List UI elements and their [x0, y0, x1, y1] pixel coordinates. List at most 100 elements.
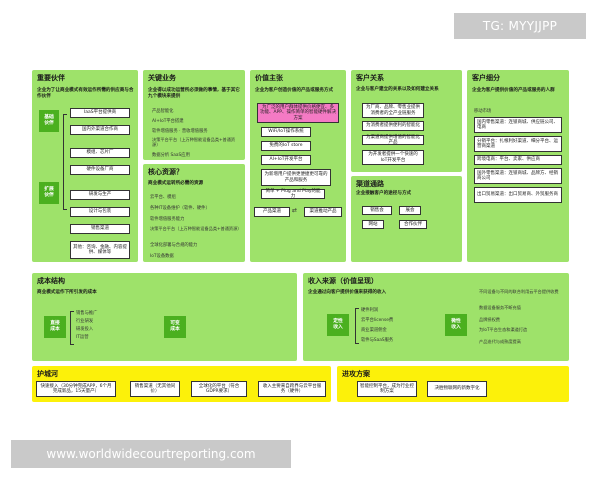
partners-tag-basic: 基础 伙伴 — [39, 110, 59, 132]
revenue-item: 商业渠道佣金 — [361, 328, 387, 333]
activity-item: 决策平台平台（上万种智能设备品类+普通资源） — [152, 137, 236, 148]
resources-title: 核心资源？ — [148, 168, 183, 176]
costs-subtitle: 商业模式运作下所引发的成本 — [37, 290, 97, 295]
relations-title: 客户关系 — [356, 74, 384, 82]
revenue-side-item: 产品迭代与成熟度提高 — [479, 339, 521, 344]
panel-customer-segments: 客户细分 企业为客户提供价值的产品或服务的人群 移动市场 国内零售渠道：连锁商城… — [467, 70, 569, 262]
panel-revenue-streams: 收入来源（价值呈现） 企业通过向客户提供价值来获得的收入 定性 收入 硬件利润 … — [303, 273, 569, 361]
relations-subtitle: 企业与客户建立的关系以及如何建立关系 — [356, 87, 439, 92]
resource-item: 软件增值服务能力 — [150, 217, 185, 222]
segment-item: 国内零售渠道：连锁商城、供应链公司、电商 — [474, 117, 562, 133]
partners-title: 重要伙伴 — [37, 74, 65, 82]
relation-item: 为渠道商提供增值的智能化产品 — [362, 135, 424, 145]
value-item: 简单 + Plug and Play的能力 — [261, 189, 325, 199]
channels-subtitle: 企业接触客户的途径与方式 — [356, 191, 412, 196]
revenue-item: 硬件利润 — [361, 308, 379, 313]
progress-title: 进攻方案 — [342, 370, 370, 378]
segment-item: 国外零售渠道：连锁商城、品牌方、经销商公司 — [474, 168, 562, 184]
activities-title: 关键业务 — [148, 74, 176, 82]
costs-tag-variable: 可变 成本 — [164, 316, 186, 338]
resource-item: IoT设备数据 — [150, 254, 174, 259]
partners-basic-bracket — [63, 114, 67, 210]
cost-item: 销售与推广 — [76, 311, 98, 316]
moat-item: 快速接入（30分钟完成APP，6个月完成新品，15天量产） — [36, 381, 116, 397]
relation-item: 为开发者提供一个快速的IoT开发平台 — [362, 150, 424, 165]
cost-item: IT运营 — [76, 335, 89, 340]
revenue-bracket — [355, 308, 359, 344]
panel-cost-structure: 成本结构 商业模式运作下所引发的成本 直接 成本 销售与推广 行业研发 研发投入… — [32, 273, 297, 361]
activity-item: 数据分析 SaaS应用 — [152, 153, 190, 158]
watermark-bottom: www.worldwidecourtreporting.com — [11, 440, 291, 468]
relation-item: 为厂商、品牌、零售业提供消费者的全产业链服务 — [362, 103, 424, 118]
segments-title: 客户细分 — [472, 74, 500, 82]
panel-offense-plan: 进攻方案 智能控制平台，成为行业控制方案 决胜物联网的新数字化 — [337, 366, 569, 402]
flow-arrow-icon: ⇄ — [292, 207, 298, 214]
value-subtitle: 企业为客户创造价值的产品或服务方式 — [255, 88, 334, 93]
value-flow-left: 产品渠道 — [254, 207, 290, 217]
value-highlight: 为广泛的用户群体提供价格便宜、多功能、APP、操作简单的智能硬件解决方案 — [257, 103, 339, 123]
activity-item: AI+IoT平台搭建 — [152, 119, 184, 124]
activities-subtitle: 企业得以成功运营所必须做的事情，基于其它九个模块来提供 — [148, 88, 240, 99]
cost-item: 行业研发 — [76, 319, 94, 324]
resource-item: 云平台、模组 — [150, 195, 176, 200]
partner-item: 硬件设备厂商 — [70, 165, 130, 175]
partner-item: 国内外渠道合作商 — [70, 125, 130, 135]
partner-item: IaaS平台提供商 — [70, 108, 130, 118]
panel-channels: 渠道通路 企业接触客户的途径与方式 销售会 展会 网站 合作伙伴 — [351, 176, 462, 262]
value-item: 为新增用户提供更便捷更可靠的产品和服务 — [261, 169, 331, 186]
segment-item: 出口贸易渠道：出口贸易商、外贸服务商 — [474, 187, 562, 203]
watermark-top: TG: MYYJJPP — [454, 13, 586, 39]
value-item: WiFi/IoT操作系统 — [261, 127, 311, 137]
channel-item: 销售会 — [362, 206, 392, 215]
panel-key-partners: 重要伙伴 企业为了让商业模式有效运作所需的供应商与合作伙伴 基础 伙伴 IaaS… — [32, 70, 138, 262]
segments-label: 移动市场 — [474, 109, 492, 114]
resources-subtitle: 商业模式运转所必需的资源 — [148, 181, 204, 186]
revenue-side-item: 不同设备与不同的联合利用云平台提供收费 — [479, 289, 559, 294]
partners-tag-expand: 扩展 伙伴 — [39, 182, 59, 204]
value-title: 价值主张 — [255, 74, 283, 82]
resource-item: 决策平台平台（上万种智能设备品类+普通资源） — [150, 226, 242, 231]
revenue-side-item: 为IoT平台生态和渠道打造 — [479, 327, 528, 332]
segment-item: 跨境电商：平台、卖家、供应商 — [474, 155, 562, 165]
resource-item: 全球化部署与合规的能力 — [150, 243, 198, 248]
panel-value-proposition: 价值主张 企业为客户创造价值的产品或服务方式 为广泛的用户群体提供价格便宜、多功… — [250, 70, 346, 262]
revenue-tag-main: 定性 收入 — [327, 314, 349, 336]
channel-item: 网站 — [362, 220, 384, 229]
revenue-title: 收入来源（价值呈现） — [308, 277, 378, 285]
partner-item: 其他：咨询、金融、内容提供、媒体等 — [70, 241, 130, 259]
panel-key-resources: 核心资源？ 商业模式运转所必需的资源 云平台、模组 各种IT设备维护（软件、硬件… — [143, 164, 245, 262]
progress-item: 智能控制平台，成为行业控制方案 — [357, 381, 417, 397]
value-flow-right: 渠道推动产品 — [304, 207, 342, 217]
partner-item: 销售渠道 — [70, 224, 130, 234]
channels-title: 渠道通路 — [356, 180, 384, 188]
moat-item: 销售渠道（无其他同价） — [130, 381, 180, 397]
costs-bracket — [70, 311, 74, 345]
panel-key-activities: 关键业务 企业得以成功运营所必须做的事情，基于其它九个模块来提供 产品智能化 A… — [143, 70, 245, 160]
value-item: 免费的IoT store — [261, 141, 311, 151]
channel-item: 合作伙伴 — [399, 220, 427, 229]
partner-item: 研发与生产 — [70, 190, 130, 200]
costs-title: 成本结构 — [37, 277, 65, 285]
resource-item: 各种IT设备维护（软件、硬件） — [150, 206, 210, 211]
revenue-subtitle: 企业通过向客户提供价值来获得的收入 — [308, 290, 387, 295]
cost-item: 研发投入 — [76, 327, 94, 332]
moat-title: 护城河 — [37, 370, 58, 378]
relation-item: 为消费者提供便利的智能化 — [362, 121, 424, 131]
revenue-item: 软件与SaaS服务 — [361, 338, 394, 343]
value-item: AI+IoT开发平台 — [261, 155, 311, 165]
panel-moat: 护城河 快速接入（30分钟完成APP，6个月完成新品，15天量产） 销售渠道（无… — [32, 366, 331, 402]
activity-item: 产品智能化 — [152, 109, 174, 114]
progress-item: 决胜物联网的新数字化 — [427, 381, 487, 397]
costs-tag-direct: 直接 成本 — [44, 316, 66, 338]
revenue-tag-small: 微性 收入 — [445, 314, 467, 336]
revenue-side-item: 品牌授权费 — [479, 317, 500, 322]
activity-item: 软件增值服务 · 营收增值服务 — [152, 129, 208, 134]
revenue-side-item: 数据设备服务不断充值 — [479, 305, 521, 310]
panel-customer-relations: 客户关系 企业与客户建立的关系以及如何建立关系 为厂商、品牌、零售业提供消费者的… — [351, 70, 462, 172]
partners-subtitle: 企业为了让商业模式有效运作所需的供应商与合作伙伴 — [37, 88, 134, 99]
segments-subtitle: 企业为客户提供价值的产品或服务的人群 — [472, 88, 555, 93]
segment-item: 分销平台：扎根利好渠道、细分平台、运营商渠道 — [474, 136, 562, 152]
revenue-item: 云平台license费 — [361, 318, 394, 323]
partner-item: 模组、芯片厂 — [70, 148, 130, 158]
moat-item: 全球化的平台（符合GDPR要求） — [191, 381, 247, 397]
